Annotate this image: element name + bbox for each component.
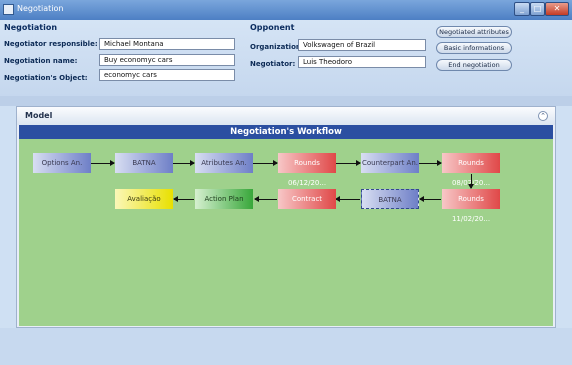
separator — [0, 96, 572, 106]
workflow-node-counterpart[interactable]: Counterpart An. — [361, 153, 419, 173]
model-panel: Model ⌃ Negotiation's Workflow Options A… — [16, 106, 556, 328]
minimize-button[interactable]: _ — [514, 2, 530, 16]
negotiation-name-label: Negotiation name: — [4, 57, 78, 65]
basic-informations-button[interactable]: Basic informations — [436, 42, 512, 54]
status-area — [0, 328, 572, 365]
workflow-title-bar: Negotiation's Workflow — [19, 125, 553, 139]
workflow-node-rounds-1[interactable]: Rounds 06/12/20... — [278, 153, 336, 187]
negotiation-object-label: Negotiation's Object: — [4, 74, 88, 82]
model-panel-header[interactable]: Model ⌃ — [17, 107, 555, 125]
opponent-section-title: Opponent — [250, 23, 295, 32]
chevron-up-circle-icon[interactable]: ⌃ — [538, 111, 548, 121]
workflow-node-options[interactable]: Options An. — [33, 153, 91, 173]
workflow-node-attributes[interactable]: Atributes An. — [195, 153, 253, 173]
arrow-contract-to-action-plan — [254, 196, 277, 202]
arrow-rounds3-to-batna — [419, 196, 441, 202]
app-window-icon — [3, 4, 14, 15]
opponent-negotiator-field[interactable]: Luis Theodoro — [298, 56, 426, 68]
negotiation-header-form: Negotiation Negotiator responsible: Mich… — [0, 20, 572, 96]
arrow-batna-to-contract — [335, 196, 360, 202]
end-negotiation-button[interactable]: End negotiation — [436, 59, 512, 71]
workflow-node-batna[interactable]: BATNA — [115, 153, 173, 173]
workflow-node-contract[interactable]: Contract — [278, 189, 336, 209]
workflow-node-avaliacao[interactable]: Avaliação — [115, 189, 173, 209]
negotiation-object-field[interactable]: economyc cars — [99, 69, 235, 81]
maximize-button[interactable]: □ — [530, 2, 545, 16]
title-bar[interactable]: Negotiation _ □ ✕ — [0, 0, 572, 20]
arrow-counterpart-to-rounds — [419, 160, 442, 166]
organization-label: Organization: — [250, 43, 304, 51]
arrow-rounds-to-counterpart — [336, 160, 361, 166]
arrow-options-to-batna — [91, 160, 115, 166]
organization-field[interactable]: Volkswagen of Brazil — [298, 39, 426, 51]
workflow-canvas: Options An. BATNA Atributes An. Rounds 0… — [19, 139, 553, 326]
arrow-action-plan-to-avaliacao — [173, 196, 194, 202]
workflow-node-batna-selected[interactable]: BATNA — [361, 189, 419, 209]
opponent-negotiator-label: Negotiator: — [250, 60, 296, 68]
negotiated-attributes-button[interactable]: Negotiated attributes — [436, 26, 512, 38]
responsible-label: Negotiator responsible: — [4, 40, 98, 48]
workflow-node-rounds-2[interactable]: Rounds 08/02/20... — [442, 153, 500, 187]
model-panel-title: Model — [25, 111, 53, 120]
arrow-attributes-to-rounds — [253, 160, 278, 166]
arrow-rounds2-to-rounds3 — [468, 174, 474, 189]
responsible-field[interactable]: Michael Montana — [99, 38, 235, 50]
negotiation-window: Negotiation _ □ ✕ Negotiation Negotiator… — [0, 0, 572, 365]
close-button[interactable]: ✕ — [545, 2, 569, 16]
workflow-node-action-plan[interactable]: Action Plan — [195, 189, 253, 209]
arrow-batna-to-attributes — [173, 160, 195, 166]
workflow-node-rounds-3[interactable]: Rounds 11/02/20... — [442, 189, 500, 223]
negotiation-section-title: Negotiation — [4, 23, 58, 32]
negotiation-name-field[interactable]: Buy economyc cars — [99, 54, 235, 66]
window-title: Negotiation — [17, 4, 64, 13]
